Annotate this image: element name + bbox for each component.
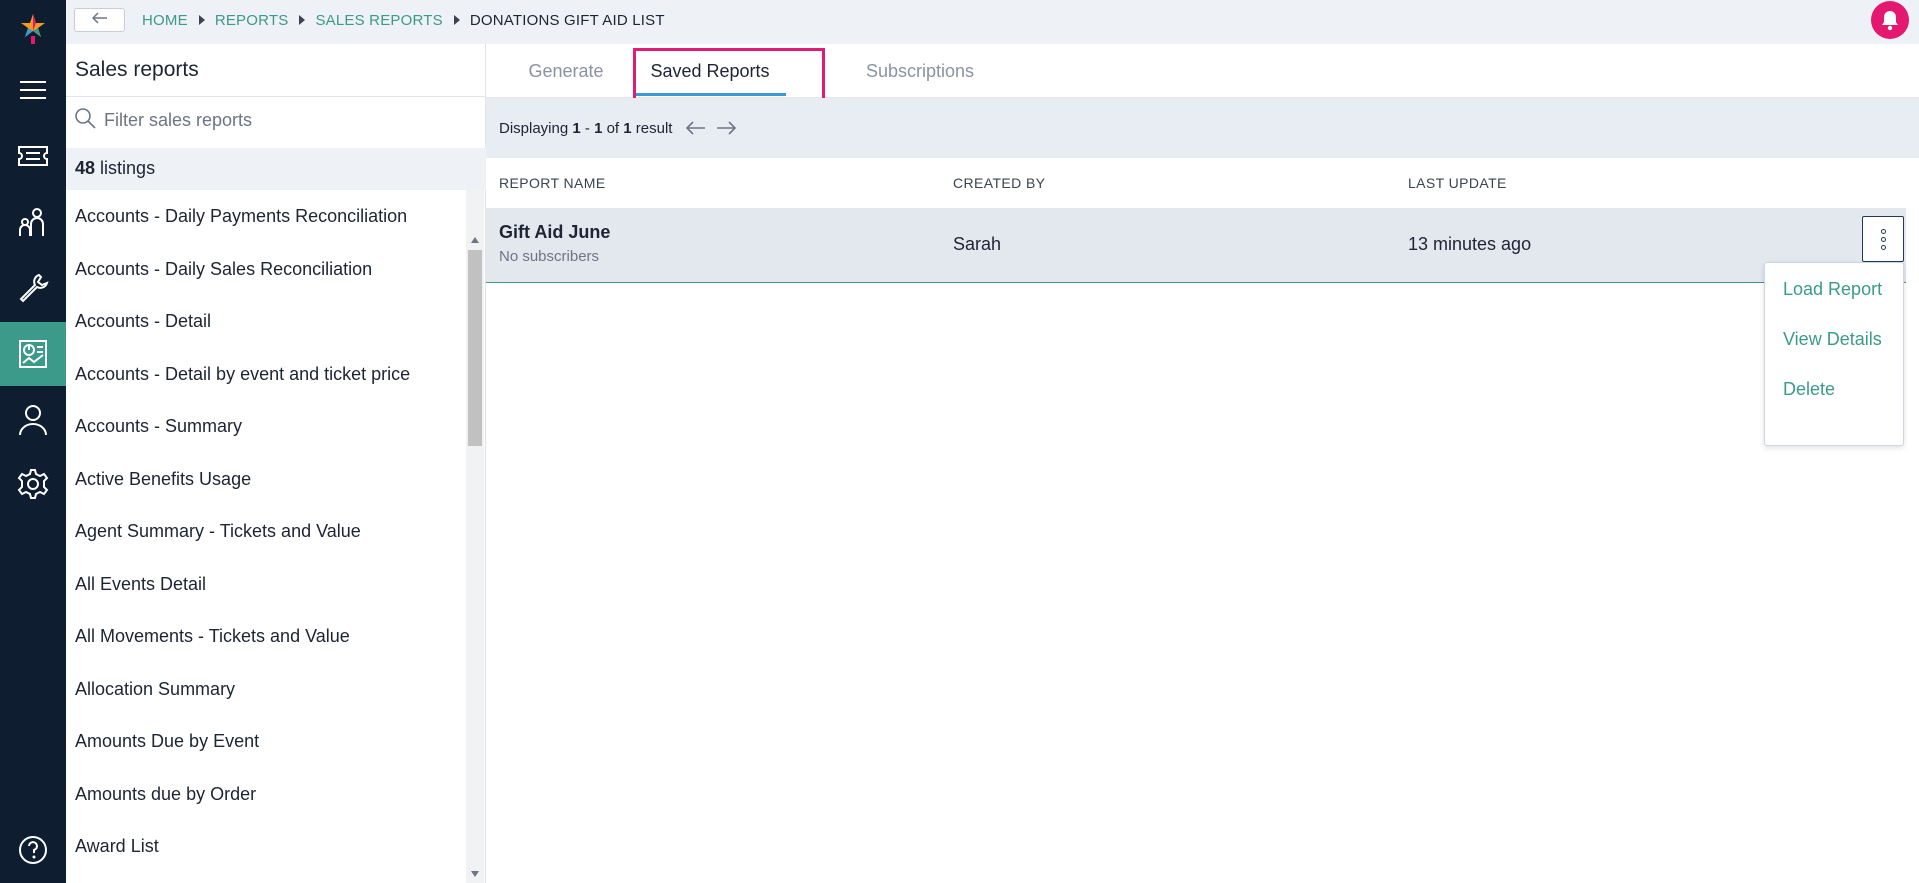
report-list-item[interactable]: Accounts - Daily Payments Reconciliation	[66, 190, 466, 243]
pager-suffix: result	[635, 119, 673, 137]
breadcrumb-sales-reports[interactable]: SALES REPORTS	[315, 12, 442, 29]
row-actions-menu: Load Report View Details Delete	[1764, 262, 1904, 446]
arrow-left-icon	[91, 11, 108, 29]
logo-icon[interactable]	[18, 12, 48, 44]
next-page-icon[interactable]	[716, 121, 737, 135]
table-row[interactable]: Gift Aid June No subscribers Sarah 13 mi…	[486, 208, 1906, 283]
notifications-bell-icon[interactable]	[1871, 1, 1909, 39]
pager-of: of	[606, 119, 620, 137]
pager-to: 1	[594, 119, 603, 137]
table-header: REPORT NAME CREATED BY LAST UPDATE	[486, 158, 1919, 208]
search-icon	[74, 107, 96, 134]
sales-reports-sidebar: Sales reports 48 listings Accounts - Dai…	[66, 44, 486, 883]
pager-dash: -	[584, 119, 590, 137]
report-list-item[interactable]: Accounts - Detail	[66, 295, 466, 348]
filter-search-box	[74, 102, 474, 138]
tab-saved-reports[interactable]: Saved Reports	[634, 44, 786, 98]
app-root: HOME REPORTS SALES REPORTS DONATIONS GIF…	[0, 0, 1919, 883]
report-list: Accounts - Daily Payments Reconciliation…	[66, 190, 466, 883]
nav-rail	[0, 0, 66, 883]
report-list-item[interactable]: Amounts due by Order	[66, 768, 466, 821]
row-actions-kebab-icon[interactable]	[1862, 216, 1904, 262]
scrollbar-thumb[interactable]	[468, 250, 482, 446]
breadcrumb-current: DONATIONS GIFT AID LIST	[469, 11, 665, 29]
column-header-last-update[interactable]: LAST UPDATE	[1408, 175, 1507, 191]
report-list-item[interactable]: Accounts - Summary	[66, 400, 466, 453]
pager-from: 1	[572, 119, 581, 137]
breadcrumb-home[interactable]: HOME	[142, 12, 188, 29]
breadcrumb-separator-icon	[299, 15, 306, 25]
menu-item-load-report[interactable]: Load Report	[1783, 279, 1882, 300]
listings-count-label: listings	[100, 158, 156, 178]
menu-item-delete[interactable]: Delete	[1783, 379, 1835, 400]
report-subscribers: No subscribers	[499, 248, 600, 265]
breadcrumb-reports[interactable]: REPORTS	[215, 12, 289, 29]
report-name: Gift Aid June	[499, 222, 611, 242]
report-list-item[interactable]: Active Benefits Usage	[66, 453, 466, 506]
report-list-item[interactable]: Accounts - Daily Sales Reconciliation	[66, 243, 466, 296]
listings-count-number: 48	[75, 158, 96, 178]
divider	[66, 96, 486, 97]
report-list-item[interactable]: Award List	[66, 820, 466, 873]
report-last-update: 13 minutes ago	[1408, 234, 1532, 254]
menu-icon[interactable]	[0, 58, 66, 122]
listings-count: 48 listings	[66, 148, 486, 190]
reports-icon[interactable]	[0, 322, 66, 386]
back-button[interactable]	[74, 8, 125, 32]
breadcrumb: HOME REPORTS SALES REPORTS DONATIONS GIF…	[142, 0, 665, 40]
tab-subscriptions[interactable]: Subscriptions	[840, 44, 1000, 98]
column-header-created-by[interactable]: CREATED BY	[953, 175, 1045, 191]
settings-icon[interactable]	[0, 452, 66, 516]
active-tab-indicator	[634, 93, 786, 96]
report-list-item[interactable]: All Events Detail	[66, 558, 466, 611]
report-tabs: Generate Saved Reports Subscriptions	[486, 44, 1919, 102]
column-header-report-name[interactable]: REPORT NAME	[499, 175, 606, 191]
sidebar-title: Sales reports	[75, 58, 199, 81]
prev-page-icon[interactable]	[686, 121, 706, 135]
tab-generate[interactable]: Generate	[509, 44, 623, 98]
scroll-up-icon[interactable]	[471, 237, 479, 243]
ticket-icon[interactable]	[0, 124, 66, 188]
pager-prefix: Displaying	[499, 119, 569, 137]
sidebar-scrollbar[interactable]	[466, 190, 484, 883]
breadcrumb-separator-icon	[198, 15, 205, 25]
report-list-item[interactable]: Amounts Due by Event	[66, 715, 466, 768]
breadcrumb-separator-icon	[453, 15, 460, 25]
help-icon[interactable]	[0, 822, 66, 878]
pagination-bar: Displaying 1 - 1 of 1 result	[486, 98, 1919, 158]
top-bar: HOME REPORTS SALES REPORTS DONATIONS GIF…	[66, 0, 1919, 44]
pager-total: 1	[623, 119, 632, 137]
report-created-by: Sarah	[953, 234, 1002, 254]
customers-icon[interactable]	[0, 190, 66, 254]
tools-icon[interactable]	[0, 256, 66, 320]
scroll-down-icon[interactable]	[471, 871, 479, 877]
kebab-dot	[1880, 236, 1886, 242]
kebab-dot	[1880, 244, 1886, 250]
report-list-item[interactable]: Accounts - Detail by event and ticket pr…	[66, 348, 466, 401]
main-panel: Generate Saved Reports Subscriptions Dis…	[486, 44, 1919, 883]
report-list-item[interactable]: Agent Summary - Tickets and Value	[66, 505, 466, 558]
report-list-item[interactable]: Allocation Summary	[66, 663, 466, 716]
filter-reports-input[interactable]	[104, 109, 454, 131]
report-list-item[interactable]: All Movements - Tickets and Value	[66, 610, 466, 663]
menu-item-view-details[interactable]: View Details	[1783, 329, 1882, 350]
user-icon[interactable]	[0, 388, 66, 452]
kebab-dot	[1880, 228, 1886, 234]
